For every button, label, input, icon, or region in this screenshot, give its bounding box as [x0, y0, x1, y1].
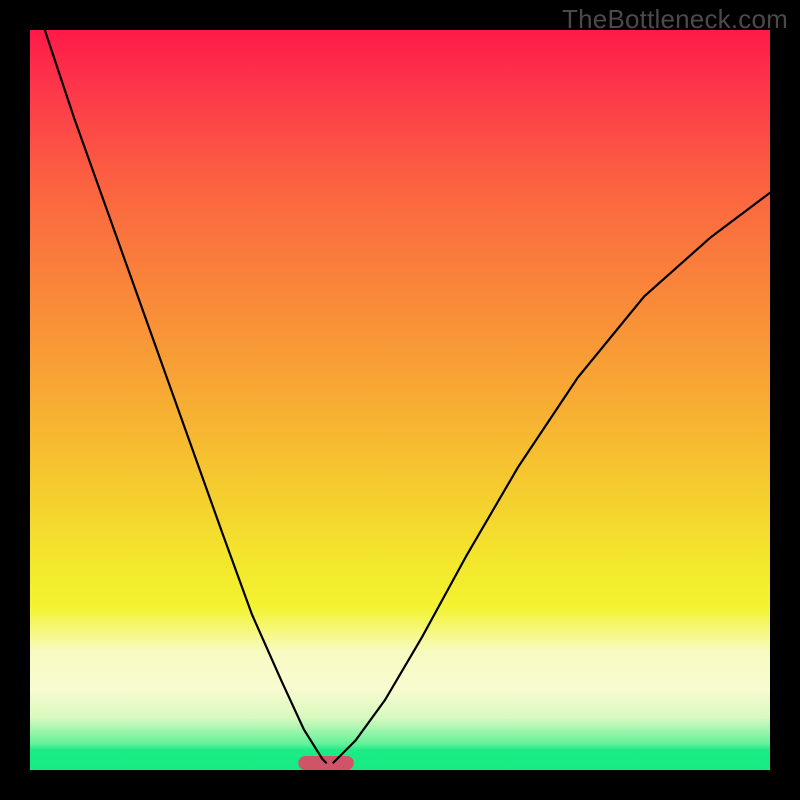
chart-svg	[30, 30, 770, 770]
curve-right-branch	[333, 193, 770, 763]
watermark-text: TheBottleneck.com	[562, 4, 788, 35]
plot-area	[30, 30, 770, 770]
chart-frame: TheBottleneck.com	[0, 0, 800, 800]
curve-left-branch	[45, 30, 326, 763]
